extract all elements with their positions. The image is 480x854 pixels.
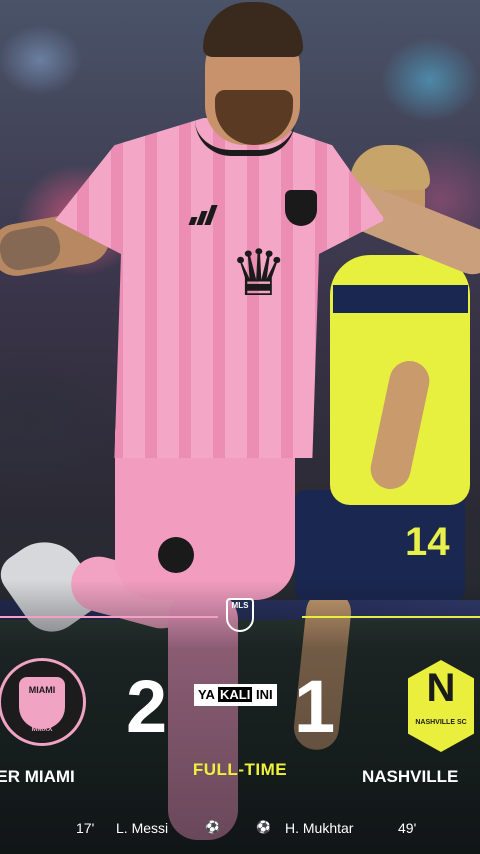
scorer-row: 17' L. Messi ⚽ ⚽ H. Mukhtar 49' — [0, 820, 480, 850]
shirt-crest-icon — [285, 190, 317, 226]
home-goal-minute: 17' — [76, 820, 95, 836]
home-badge-text: MIAMI — [28, 685, 56, 695]
soccer-ball-icon: ⚽ — [256, 820, 271, 834]
caption-tag: YA KALI INI — [194, 684, 277, 706]
away-color-line — [302, 616, 480, 618]
away-goal-minute: 49' — [398, 820, 417, 836]
crown-sponsor-icon: ♛ — [230, 237, 288, 309]
caption-tag-after: INI — [252, 687, 273, 702]
caption-tag-before: YA — [198, 687, 218, 702]
mls-logo-text: MLS — [231, 601, 249, 610]
away-scorer-name: H. Mukhtar — [285, 820, 354, 836]
home-color-line — [0, 616, 218, 618]
shorts-crest-icon — [158, 537, 194, 573]
home-team-name: TER MIAMI — [0, 767, 75, 786]
caption-tag-highlight: KALI — [218, 687, 253, 702]
away-team-name: NASHVILLE — [362, 767, 459, 786]
home-scorer-name: L. Messi — [116, 820, 169, 836]
scorers-list: 17' L. Messi ⚽ ⚽ H. Mukhtar 49' — [0, 820, 480, 850]
soccer-ball-icon: ⚽ — [205, 820, 220, 834]
away-score: 1 — [294, 665, 336, 748]
away-badge-text: NASHVILLE SC — [415, 719, 467, 726]
three-stripes-icon — [188, 205, 218, 225]
opponent-number: 14 — [405, 520, 450, 564]
home-badge: MIAMI MMXX — [0, 658, 86, 746]
home-badge-year: MMXX — [31, 726, 53, 733]
home-score: 2 — [126, 665, 168, 748]
mls-logo-icon: MLS — [226, 598, 254, 632]
opponent-shirt-stripe — [333, 285, 468, 313]
away-badge: N NASHVILLE SC — [408, 660, 474, 752]
